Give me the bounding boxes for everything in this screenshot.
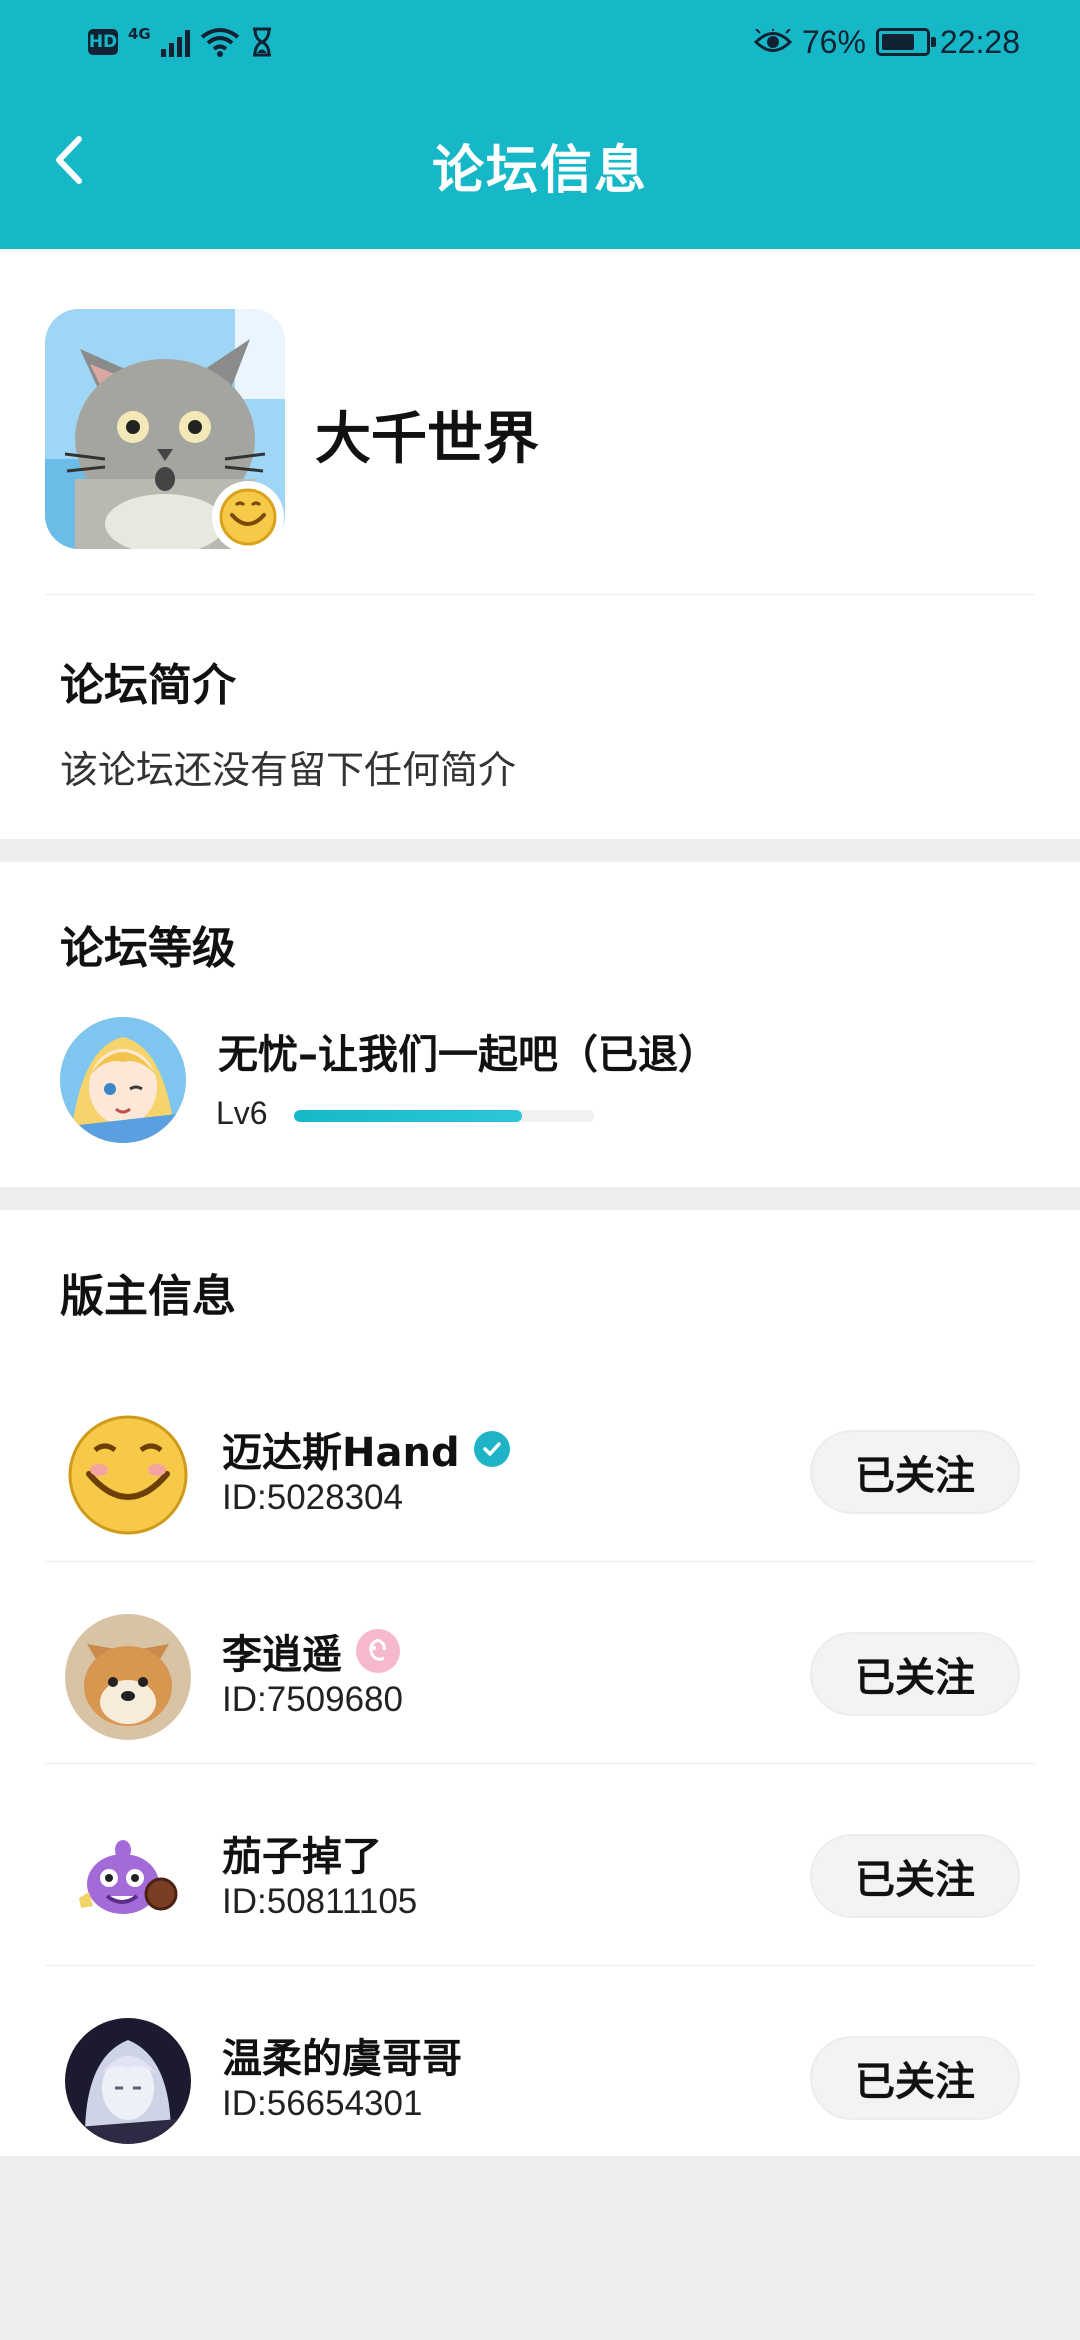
eye-icon [753,29,792,52]
list-item[interactable]: 茄子掉了 ID:50811105 已关注 [0,1764,1080,1966]
smiley-avatar [65,1412,191,1538]
avatar[interactable] [65,1816,191,1942]
list-item[interactable]: 温柔的虞哥哥 ID:56654301 已关注 [0,1966,1080,2168]
moderator-id: ID:50811105 [222,1882,418,1921]
avatar[interactable] [60,1017,186,1143]
white-hair-character-avatar [65,2018,191,2144]
shiba-dog-avatar [65,1614,191,1740]
anime-girl-avatar [60,1017,186,1143]
moderators-title: 版主信息 [60,1271,236,1322]
level-label: Lv6 [216,1095,268,1131]
list-item[interactable]: 迈达斯Hand ID:5028304 已关注 [0,1360,1080,1562]
purple-monster-avatar [65,1816,191,1942]
moderator-name: 温柔的虞哥哥 [222,2036,462,2082]
moderator-id: ID:56654301 [222,2084,423,2123]
page-title: 论坛信息 [431,141,648,201]
forum-name: 大千世界 [315,407,539,472]
wifi-icon [200,28,239,57]
list-item[interactable]: 李逍遥 ID:7509680 已关注 [0,1562,1080,1764]
battery-percent: 76% [801,23,866,60]
verified-icon [473,1431,510,1467]
intro-text: 该论坛还没有留下任何简介 [60,748,517,792]
level-progress-bar [294,1110,594,1122]
network-type: 4G [128,25,151,43]
moderator-name: 迈达斯Hand [222,1420,510,1478]
moderator-name: 茄子掉了 [222,1834,382,1880]
top-bar: HD 4G 76% 22:28 论坛信息 [0,0,1080,249]
level-name: 无忧–让我们一起吧（已退） [218,1032,718,1078]
follow-button[interactable]: 已关注 [810,2036,1020,2120]
signal-icon [160,27,190,57]
level-progress-fill [294,1110,522,1122]
moderator-id: ID:7509680 [222,1680,403,1719]
moderators-card: 版主信息 迈达斯Hand ID:5028304 已关注 李逍遥 ID:75096… [0,1210,1080,2156]
clock: 22:28 [939,23,1020,60]
follow-button[interactable]: 已关注 [810,1632,1020,1716]
status-left: HD 4G [88,22,274,62]
status-bar: HD 4G 76% 22:28 [0,0,1080,80]
follow-button[interactable]: 已关注 [810,1430,1020,1514]
follow-button[interactable]: 已关注 [810,1834,1020,1918]
battery-icon [875,28,936,56]
avatar[interactable] [65,1614,191,1740]
forum-info-card: 大千世界 论坛简介 该论坛还没有留下任何简介 [0,249,1080,839]
moderator-id: ID:5028304 [222,1478,403,1517]
status-right: 76% 22:28 [753,20,1020,64]
divider [45,594,1035,595]
moderator-name: 李逍遥 [222,1622,400,1680]
intro-title: 论坛简介 [60,660,236,711]
level-title: 论坛等级 [60,923,236,974]
forum-level-card: 论坛等级 无忧–让我们一起吧（已退） Lv6 [0,862,1080,1187]
hourglass-icon [252,27,271,57]
avatar[interactable] [65,1412,191,1538]
header: 论坛信息 [0,80,1080,249]
smiley-badge-icon [212,481,284,553]
pink-badge-icon [356,1629,400,1673]
avatar[interactable] [65,2018,191,2144]
hd-icon: HD [88,29,118,55]
